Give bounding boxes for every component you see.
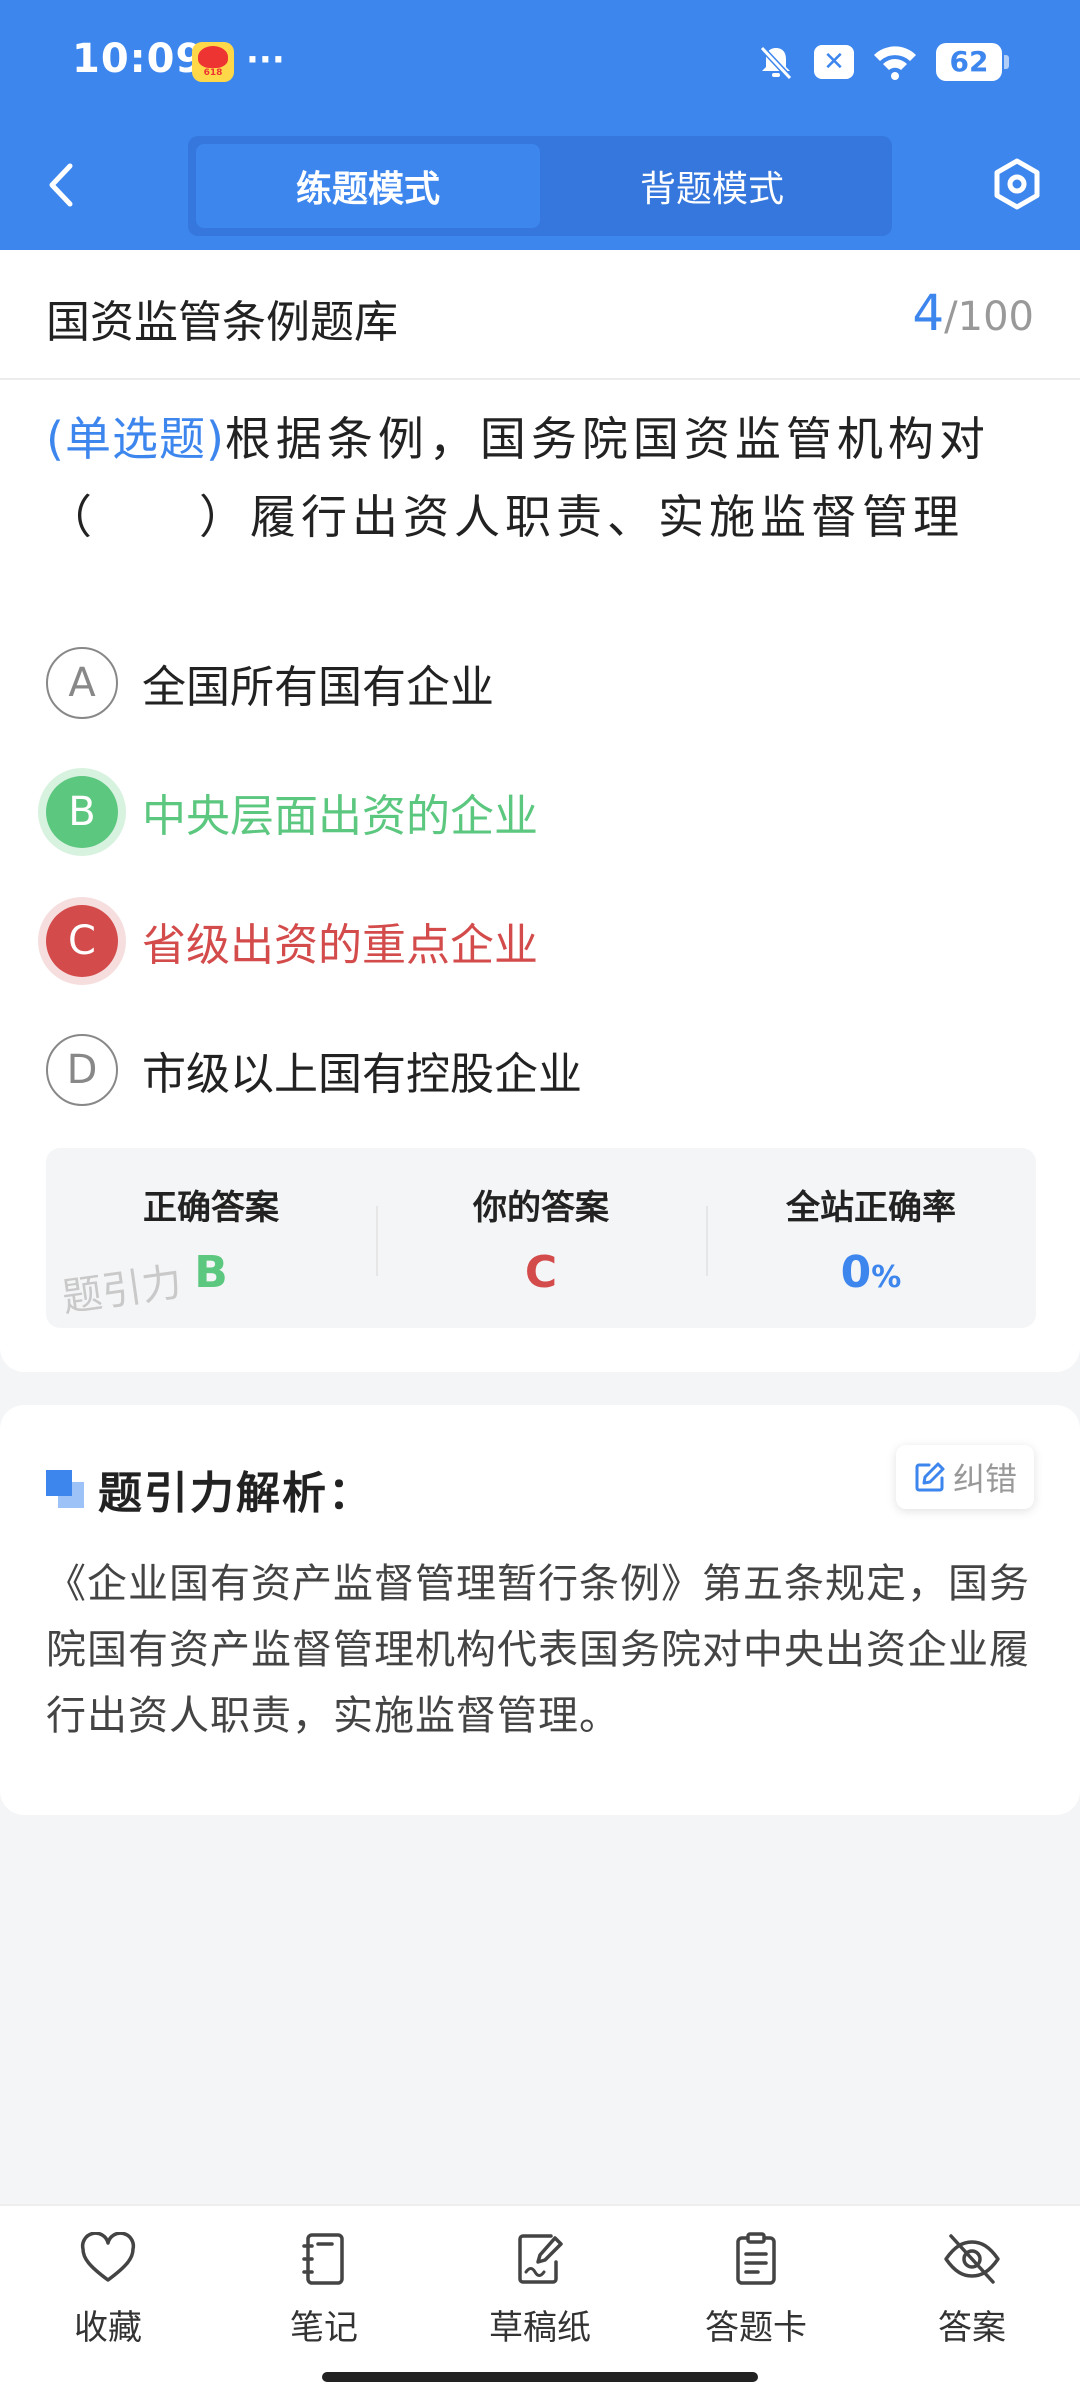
your-answer-value: C (524, 1247, 558, 1298)
nav-answer-label: 答案 (938, 2308, 1006, 2348)
nav-answer-card[interactable]: 答题卡 (648, 2206, 864, 2400)
battery-icon: 62 (936, 43, 1009, 81)
site-accuracy-stat: 全站正确率 0% (706, 1148, 1036, 1328)
correct-answer-label: 正确答案 (143, 1188, 279, 1228)
status-time: 10:09 (72, 36, 205, 82)
analysis-card: 题引力解析： 纠错 《企业国有资产监督管理暂行条例》第五条规定，国务院国有资产监… (0, 1405, 1080, 1815)
question-counter: 4/100 (912, 284, 1034, 342)
option-d[interactable]: D 市级以上国有控股企业 (46, 1005, 1036, 1134)
draft-pen-icon (518, 2234, 563, 2284)
nav-notes-label: 笔记 (290, 2308, 358, 2348)
more-notifications-icon: ··· (246, 40, 285, 80)
report-error-label: 纠错 (952, 1460, 1017, 1498)
analysis-squares-icon (46, 1470, 84, 1508)
status-bar: 10:09 618 ··· ✕ 62 (0, 0, 1080, 125)
option-text: 全国所有国有企业 (142, 661, 494, 713)
top-header: 10:09 618 ··· ✕ 62 练题模式 背题模式 (0, 0, 1080, 250)
nav-draft-paper-label: 草稿纸 (489, 2308, 591, 2348)
analysis-header: 题引力解析： (46, 1457, 374, 1521)
question-card: 国资监管条例题库 4/100 (单选题)根据条例，国务院国资监管机构对（ ）履行… (0, 250, 1080, 1372)
option-c[interactable]: C 省级出资的重点企业 (46, 876, 1036, 1005)
close-badge-icon: ✕ (814, 45, 854, 79)
system-icons: ✕ 62 (756, 40, 1009, 84)
eye-off-icon (944, 2234, 1000, 2284)
bank-title-row: 国资监管条例题库 4/100 (0, 250, 1080, 380)
notebook-icon (302, 2233, 344, 2285)
site-accuracy-value: 0% (706, 1247, 1036, 1298)
clipboard-icon (736, 2232, 776, 2285)
bell-off-icon (759, 45, 793, 81)
report-error-button[interactable]: 纠错 (896, 1445, 1034, 1509)
question-bank-title: 国资监管条例题库 (46, 297, 398, 348)
option-letter: D (46, 1033, 118, 1106)
bottom-nav: 收藏 笔记 草稿纸 答题卡 答案 (0, 2204, 1080, 2400)
option-letter: B (46, 775, 118, 848)
option-letter: A (46, 646, 118, 719)
current-question-number: 4 (912, 284, 945, 342)
options-list: A 全国所有国有企业 B 中央层面出资的企业 C 省级出资的重点企业 D 市级以… (46, 618, 1036, 1134)
edit-icon (915, 1462, 945, 1492)
option-text: 市级以上国有控股企业 (142, 1048, 582, 1100)
nav-draft-paper[interactable]: 草稿纸 (432, 2206, 648, 2400)
tab-practice-mode[interactable]: 练题模式 (196, 144, 540, 228)
nav-answer[interactable]: 答案 (864, 2206, 1080, 2400)
home-indicator[interactable] (322, 2372, 758, 2382)
total-questions: /100 (944, 294, 1034, 340)
analysis-text: 《企业国有资产监督管理暂行条例》第五条规定，国务院国有资产监督管理机构代表国务院… (46, 1561, 1030, 1739)
wifi-icon (874, 46, 916, 80)
option-text: 省级出资的重点企业 (142, 919, 538, 971)
correct-answer-stat: 正确答案 B 题引力 (46, 1148, 376, 1328)
option-a[interactable]: A 全国所有国有企业 (46, 618, 1036, 747)
heart-icon (80, 2232, 136, 2282)
mode-switch: 练题模式 背题模式 (188, 136, 892, 236)
option-b[interactable]: B 中央层面出资的企业 (46, 747, 1036, 876)
nav-answer-card-label: 答题卡 (705, 2308, 807, 2348)
tab-recite-mode[interactable]: 背题模式 (540, 144, 884, 228)
option-letter: C (46, 904, 118, 977)
option-text: 中央层面出资的企业 (142, 790, 538, 842)
analysis-title: 题引力解析： (98, 1468, 374, 1519)
nav-notes[interactable]: 笔记 (216, 2206, 432, 2400)
hexagon-settings-icon (994, 158, 1040, 210)
site-accuracy-unit: % (871, 1260, 902, 1295)
site-accuracy-label: 全站正确率 (786, 1188, 956, 1228)
question-stem: (单选题)根据条例，国务院国资监管机构对（ ）履行出资人职责、实施监督管理 (46, 400, 1036, 556)
site-accuracy-number: 0 (840, 1247, 872, 1298)
nav-favorite[interactable]: 收藏 (0, 2206, 216, 2400)
back-button[interactable] (40, 158, 84, 212)
app-notification-icon: 618 (192, 42, 234, 82)
your-answer-stat: 你的答案 C (376, 1148, 706, 1328)
question-type: (单选题) (46, 412, 225, 466)
chevron-left-icon (49, 163, 73, 207)
nav-favorite-label: 收藏 (74, 2308, 142, 2348)
answer-stats: 正确答案 B 题引力 你的答案 C 全站正确率 0% (46, 1148, 1036, 1328)
settings-button[interactable] (990, 156, 1044, 212)
your-answer-label: 你的答案 (473, 1188, 609, 1228)
